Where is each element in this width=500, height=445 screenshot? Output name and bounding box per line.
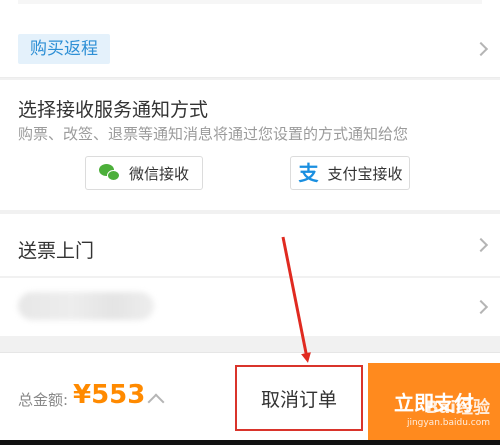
annotation-arrow (281, 236, 311, 363)
